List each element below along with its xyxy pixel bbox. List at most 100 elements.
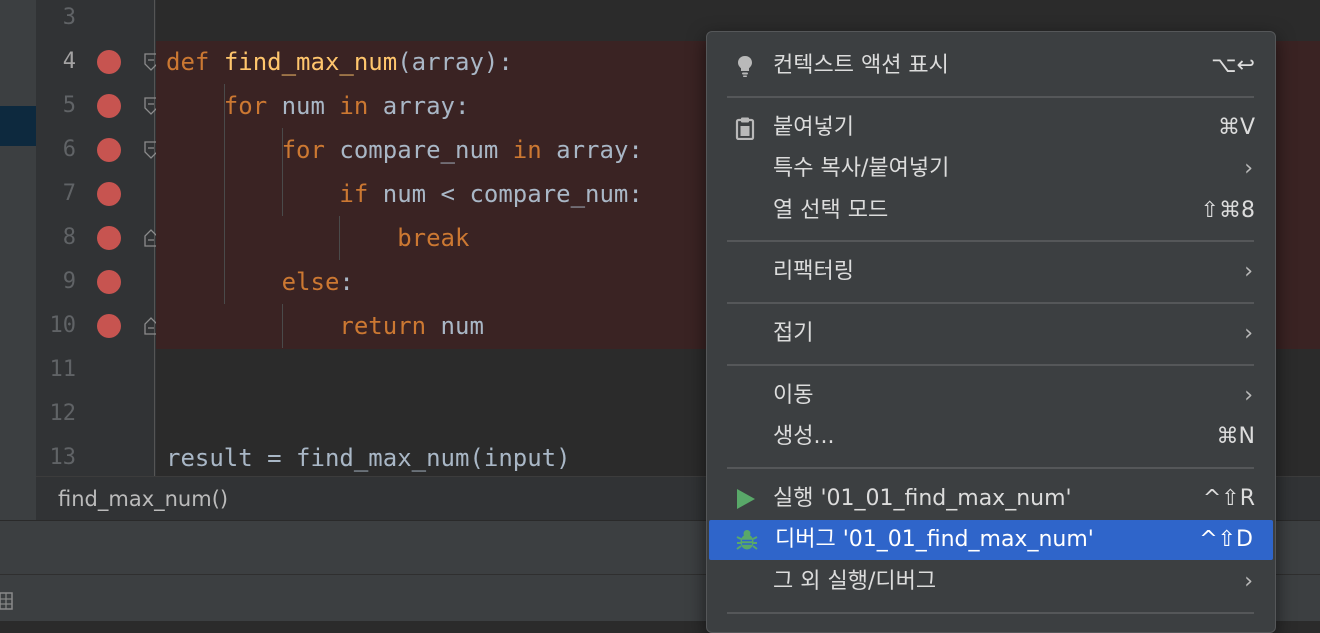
line-number: 10 xyxy=(49,313,77,338)
line-number: 4 xyxy=(62,49,76,74)
menu-separator xyxy=(727,302,1254,304)
breakpoint-icon[interactable] xyxy=(97,226,121,250)
gutter-row[interactable]: 11 xyxy=(36,348,156,392)
code-token: num xyxy=(426,312,484,340)
menu-item[interactable]: 그 외 실행/디버그 › xyxy=(707,562,1275,602)
submenu-arrow-icon: › xyxy=(1244,156,1253,182)
gutter-row[interactable]: 13 xyxy=(36,436,156,480)
menu-item[interactable]: 이동 › xyxy=(707,376,1275,416)
code-token: compare_num xyxy=(324,136,513,164)
submenu-arrow-icon: › xyxy=(1244,382,1253,408)
menu-item-label: 생성... xyxy=(773,424,835,450)
submenu-arrow-icon: › xyxy=(1244,569,1253,594)
gutter-row[interactable]: 9 xyxy=(36,260,156,304)
code-token: : xyxy=(339,268,354,296)
breakpoint-icon[interactable] xyxy=(97,182,121,206)
code-line[interactable]: def find_max_num(array): xyxy=(166,40,513,84)
menu-item[interactable]: 붙여넣기 ⌘V xyxy=(707,108,1275,148)
grid-icon[interactable] xyxy=(0,591,14,611)
code-keyword: return xyxy=(339,312,427,340)
menu-item[interactable]: 특수 복사/붙여넣기 › xyxy=(707,149,1275,189)
line-number: 13 xyxy=(49,445,77,470)
code-token: (array): xyxy=(397,48,513,76)
menu-item[interactable]: 접기 › xyxy=(707,314,1275,354)
menu-separator xyxy=(727,363,1254,366)
line-number: 12 xyxy=(49,401,77,426)
menu-item-shortcut: ⌥↩ xyxy=(1211,53,1255,78)
line-number: 8 xyxy=(62,225,76,250)
gutter-row[interactable]: 5 xyxy=(36,84,158,128)
menu-item-shortcut: ⌘V xyxy=(1217,114,1255,140)
menu-item-label: 디버그 '01_01_find_max_num' xyxy=(775,527,1094,553)
code-keyword: else xyxy=(281,268,340,296)
gutter-row[interactable]: 3 xyxy=(36,0,156,40)
menu-item[interactable]: 열 선택 모드 ⇧⌘8 xyxy=(707,191,1275,231)
lightbulb-icon xyxy=(738,56,752,77)
code-line[interactable]: else: xyxy=(166,260,354,304)
menu-item-shortcut: ⇧⌘8 xyxy=(1200,197,1255,223)
line-number: 11 xyxy=(49,357,77,382)
breakpoint-icon[interactable] xyxy=(97,314,121,338)
menu-item-shortcut: ^⇧R xyxy=(1202,485,1255,511)
menu-item-label: 붙여넣기 xyxy=(773,114,854,140)
gutter-row[interactable]: 8 xyxy=(36,216,158,260)
menu-item[interactable]: 생성... ⌘N xyxy=(707,417,1275,457)
breakpoint-icon[interactable] xyxy=(97,94,121,118)
menu-item-label: 실행 '01_01_find_max_num' xyxy=(773,485,1072,511)
code-line[interactable]: break xyxy=(166,216,469,260)
menu-item[interactable]: 실행 '01_01_find_max_num' ^⇧R xyxy=(707,479,1275,519)
submenu-arrow-icon: › xyxy=(1244,321,1253,346)
gutter-row[interactable]: 7 xyxy=(36,172,156,216)
project-selected-row[interactable] xyxy=(0,106,36,146)
code-token: array: xyxy=(541,136,643,164)
code-keyword: for xyxy=(281,136,325,164)
menu-item-label: 접기 xyxy=(773,321,814,346)
gutter-row[interactable]: 6 xyxy=(36,128,158,172)
code-line[interactable]: for num in array: xyxy=(166,84,470,128)
code-keyword: in xyxy=(339,92,369,120)
menu-item[interactable]: 컨텍스트 액션 표시 ⌥↩ xyxy=(707,46,1275,86)
menu-separator xyxy=(727,611,1254,614)
line-number: 5 xyxy=(62,93,76,118)
project-tool-window-edge xyxy=(0,0,36,520)
menu-separator xyxy=(727,95,1254,98)
menu-item-label: 리팩터링 xyxy=(773,259,854,285)
breakpoint-icon[interactable] xyxy=(97,138,121,162)
breadcrumb-function[interactable]: find_max_num() xyxy=(58,477,228,521)
code-keyword: for xyxy=(223,92,268,120)
menu-separator xyxy=(727,240,1254,243)
line-number: 9 xyxy=(62,269,76,294)
menu-item[interactable]: 리팩터링 › xyxy=(707,252,1275,292)
menu-item-label: 컨텍스트 액션 표시 xyxy=(773,53,949,78)
breakpoint-icon[interactable] xyxy=(97,50,121,74)
code-token: result = find_max_num(input) xyxy=(166,444,571,472)
breakpoint-icon[interactable] xyxy=(97,270,121,294)
line-number: 3 xyxy=(62,5,76,30)
code-line[interactable]: for compare_num in array: xyxy=(166,128,643,172)
code-token: num < compare_num: xyxy=(368,180,643,208)
menu-item[interactable]: 디버그 '01_01_find_max_num' ^⇧D xyxy=(709,520,1273,561)
menu-item-label: 열 선택 모드 xyxy=(773,197,889,223)
code-keyword: in xyxy=(512,136,542,164)
menu-item-label: 그 외 실행/디버그 xyxy=(773,569,937,594)
menu-item-label: 특수 복사/붙여넣기 xyxy=(773,156,950,182)
code-keyword: if xyxy=(339,180,369,208)
line-number: 7 xyxy=(62,181,76,206)
gutter-row[interactable]: 12 xyxy=(36,392,156,436)
context-menu: 컨텍스트 액션 표시 ⌥↩ 붙여넣기 ⌘V 특수 복사/붙여넣기 › 열 선택 모드 ⇧⌘8 리… xyxy=(706,31,1276,633)
menu-item-shortcut: ⌘N xyxy=(1216,424,1255,450)
code-keyword: break xyxy=(397,224,470,252)
code-line[interactable]: if num < compare_num: xyxy=(166,172,643,216)
code-token: array: xyxy=(368,92,470,120)
gutter-row[interactable]: 10 xyxy=(36,304,158,348)
code-keyword: def xyxy=(166,48,210,76)
menu-item-shortcut: ^⇧D xyxy=(1199,527,1253,553)
code-line[interactable]: return num xyxy=(166,304,484,348)
gutter-row[interactable]: 4 xyxy=(36,40,158,84)
code-line[interactable]: result = find_max_num(input) xyxy=(166,436,571,476)
